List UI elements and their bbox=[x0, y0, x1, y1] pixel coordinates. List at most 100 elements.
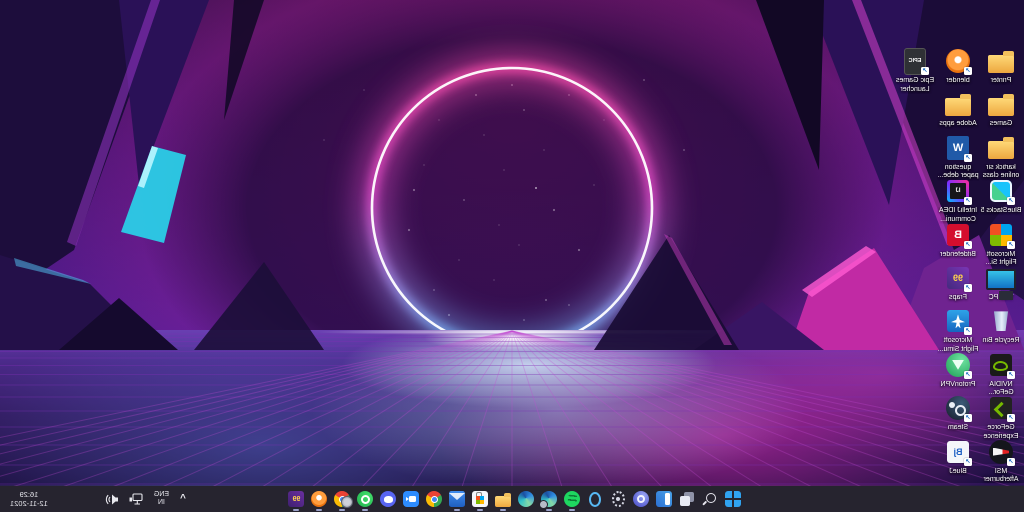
taskbar-microsoft-store-button[interactable] bbox=[472, 487, 489, 511]
shortcut-arrow-icon: ↗ bbox=[1007, 371, 1015, 379]
recycle-bin-icon bbox=[993, 311, 1009, 331]
desktop-icon-kartick-sir-online-class[interactable]: kartick sir online class bbox=[980, 133, 1022, 181]
shortcut-arrow-icon: ↗ bbox=[964, 371, 972, 379]
taskbar-cortana-button[interactable] bbox=[633, 487, 650, 511]
taskbar-mail-button[interactable] bbox=[449, 487, 466, 511]
taskbar-steam-running-button[interactable] bbox=[334, 487, 351, 511]
desktop-icon-steam[interactable]: ↗ Steam bbox=[937, 393, 979, 433]
taskbar-fraps-running-button[interactable]: 99 bbox=[288, 487, 305, 511]
desktop-icon-blender[interactable]: ↗ blender bbox=[937, 46, 979, 86]
icon-glyph: B bbox=[954, 229, 962, 241]
desktop-icon-bluestacks-5[interactable]: ↗BlueStacks 5 bbox=[980, 176, 1022, 216]
chrome-icon bbox=[427, 491, 443, 507]
icon-glyph: 99 bbox=[293, 496, 301, 503]
taskbar-file-explorer-button[interactable] bbox=[495, 487, 512, 511]
desktop-icon-label: BlueStacks 5 bbox=[980, 207, 1022, 216]
taskbar-discord-button[interactable] bbox=[380, 487, 397, 511]
desktop-icon-label: Epic Games Launcher bbox=[894, 77, 936, 94]
desktop-screen: PrinterGameskartick sir online class↗Blu… bbox=[0, 0, 1024, 512]
hidden-icons-chevron[interactable]: ^ bbox=[180, 493, 186, 504]
desktop-icon-label: MSI Afterburner bbox=[980, 468, 1022, 485]
spotify-icon bbox=[565, 491, 581, 507]
desktop-icon-label: BlueJ bbox=[937, 468, 979, 477]
taskbar-edge-button[interactable] bbox=[518, 487, 535, 511]
taskbar-spotify-button[interactable] bbox=[564, 487, 581, 511]
ethernet-network-icon[interactable] bbox=[129, 493, 143, 505]
desktop-icon-games[interactable]: Games bbox=[980, 89, 1022, 129]
desktop-icon-printer[interactable]: Printer bbox=[980, 46, 1022, 86]
desktop-icon-nvidia-gefor[interactable]: ↗NVIDIA GeFor... bbox=[980, 350, 1022, 398]
taskbar-ring-app-button[interactable] bbox=[587, 487, 604, 511]
desktop-icon-epic-games-launcher[interactable]: EPIC↗Epic Games Launcher bbox=[894, 46, 936, 94]
desktop-icon-this-pc[interactable]: This PC bbox=[980, 263, 1022, 303]
running-indicator bbox=[501, 509, 507, 511]
shortcut-arrow-icon: ↗ bbox=[964, 414, 972, 422]
clock-time: 16:29 bbox=[20, 490, 39, 499]
store-icon bbox=[473, 491, 489, 507]
desktop-icon-microsoft-flight-simu[interactable]: ↗Microsoft Flight Simu... bbox=[937, 306, 979, 354]
taskbar-widgets-button[interactable] bbox=[656, 487, 673, 511]
widgets-icon bbox=[657, 491, 673, 507]
shortcut-arrow-icon: ↗ bbox=[964, 458, 972, 466]
taskbar-start-button[interactable] bbox=[725, 487, 742, 511]
desktop-icon-protonvpn[interactable]: ↗ ProtonVPN bbox=[937, 350, 979, 390]
desktop-icon-label: blender bbox=[937, 77, 979, 86]
icon-glyph: Bj bbox=[954, 447, 963, 457]
taskbar: 99 ^ ENG IN 16:29 12-11-202 bbox=[0, 486, 1024, 512]
edge-icon bbox=[519, 491, 535, 507]
desktop-icon-question-paper[interactable]: W↗question paper debe... bbox=[937, 133, 979, 181]
running-indicator bbox=[547, 509, 553, 511]
desktop-icon-microsoft-flight-si[interactable]: ↗Microsoft Flight Si... bbox=[980, 220, 1022, 268]
desktop-icon-msi-afterburner[interactable]: ↗MSI Afterburner bbox=[980, 437, 1022, 485]
shortcut-arrow-icon: ↗ bbox=[964, 67, 972, 75]
steam-chrome-icon bbox=[335, 491, 351, 507]
taskbar-blender-running-button[interactable] bbox=[311, 487, 328, 511]
task-view-icon bbox=[680, 491, 696, 507]
shortcut-arrow-icon: ↗ bbox=[964, 197, 972, 205]
icon-glyph: EPIC bbox=[909, 58, 922, 64]
language-secondary: IN bbox=[158, 499, 165, 507]
taskbar-chrome-button[interactable] bbox=[426, 487, 443, 511]
desktop-icon-recycle-bin[interactable]: Recycle Bin bbox=[980, 306, 1022, 346]
running-indicator bbox=[363, 509, 369, 511]
folder-icon bbox=[988, 55, 1014, 73]
running-indicator bbox=[294, 509, 300, 511]
desktop-icon-label: Adobe apps bbox=[937, 120, 979, 129]
taskbar-whatsapp-button[interactable] bbox=[357, 487, 374, 511]
desktop-icon-intellij-idea[interactable]: IJ↗IntelliJ IDEA Communi... bbox=[937, 176, 979, 224]
crystal-shards bbox=[0, 0, 1024, 512]
language-indicator[interactable]: ENG IN bbox=[154, 491, 169, 507]
desktop-icon-geforce-experience[interactable]: ↗GeForce Experience bbox=[980, 393, 1022, 441]
running-indicator bbox=[570, 509, 576, 511]
edge-badged-icon bbox=[542, 491, 558, 507]
desktop-icon-adobe-apps[interactable]: Adobe apps bbox=[937, 89, 979, 129]
desktop-icon-fraps[interactable]: 99↗Fraps bbox=[937, 263, 979, 303]
desktop-icon-label: ProtonVPN bbox=[937, 381, 979, 390]
desktop-icon-label: Games bbox=[980, 120, 1022, 129]
shortcut-arrow-icon: ↗ bbox=[1007, 241, 1015, 249]
desktop-icon-label: Printer bbox=[980, 77, 1022, 86]
taskbar-settings-button[interactable] bbox=[610, 487, 627, 511]
taskbar-search-button[interactable] bbox=[702, 487, 719, 511]
desktop-icon-bluej[interactable]: Bj↗ BlueJ bbox=[937, 437, 979, 477]
speaker-volume-icon[interactable] bbox=[105, 494, 118, 505]
taskbar-zoom-button[interactable] bbox=[403, 487, 420, 511]
fraps-icon: 99 bbox=[289, 491, 305, 507]
desktop-icon-bitdefender[interactable]: B↗Bitdefender bbox=[937, 220, 979, 260]
shortcut-arrow-icon: ↗ bbox=[964, 241, 972, 249]
taskbar-task-view-button[interactable] bbox=[679, 487, 696, 511]
icon-glyph: IJ bbox=[956, 188, 961, 194]
desktop-icon-label: Recycle Bin bbox=[980, 337, 1022, 346]
desktop-icon-label: Steam bbox=[937, 424, 979, 433]
zoom-icon bbox=[404, 491, 420, 507]
shortcut-arrow-icon: ↗ bbox=[964, 327, 972, 335]
discord-icon bbox=[381, 491, 397, 507]
windows-start-icon bbox=[726, 491, 742, 507]
folder-icon bbox=[945, 98, 971, 116]
settings-gear-icon bbox=[612, 491, 625, 507]
running-indicator bbox=[455, 509, 461, 511]
taskbar-edge-beta-button[interactable] bbox=[541, 487, 558, 511]
desktop-icon-label: Fraps bbox=[937, 294, 979, 303]
taskbar-pinned-apps: 99 bbox=[288, 486, 742, 512]
taskbar-clock[interactable]: 16:29 12-11-2021 bbox=[10, 490, 48, 508]
